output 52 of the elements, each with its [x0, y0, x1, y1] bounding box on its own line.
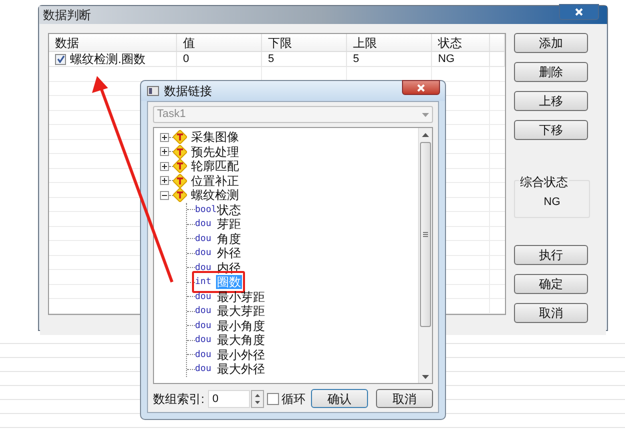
group-label: 综合状态: [519, 173, 569, 191]
type-label: dou: [195, 363, 212, 376]
table-cell-text: 5: [268, 52, 274, 67]
tree-item[interactable]: 芽距: [216, 217, 242, 232]
type-label: dou: [195, 348, 212, 362]
tree-item[interactable]: 最小角度: [216, 318, 266, 333]
tree-item[interactable]: 状态: [216, 202, 242, 217]
tree-item[interactable]: 角度: [216, 232, 242, 246]
column-header: 数据: [49, 34, 177, 51]
tree-item[interactable]: 采集图像: [191, 130, 239, 144]
tree-item[interactable]: 位置补正: [191, 174, 239, 188]
tree-item[interactable]: 最大角度: [216, 333, 266, 348]
type-label: dou: [195, 247, 212, 260]
table-cell-text: 螺纹检测.圈数: [70, 51, 146, 68]
status-value: NG: [544, 195, 560, 210]
type-label: dou: [195, 320, 212, 333]
tree-item[interactable]: 最大外径: [216, 362, 266, 376]
type-label: dou: [195, 290, 212, 304]
side-button[interactable]: 上移: [514, 91, 588, 111]
tree-item[interactable]: 外径: [216, 246, 242, 260]
action-button[interactable]: 执行: [514, 245, 588, 265]
type-label: dou: [195, 232, 212, 246]
type-label: dou: [195, 262, 212, 275]
checkbox-label: 循环: [281, 390, 306, 408]
column-header: 下限: [262, 34, 347, 51]
dialog-button[interactable]: 确认: [311, 389, 368, 408]
column-header: 值: [177, 34, 262, 51]
tree-item[interactable]: 轮廓匹配: [191, 159, 239, 174]
field-label: 数组索引:: [153, 390, 204, 408]
type-label: dou: [195, 305, 212, 318]
column-header: 状态: [432, 34, 490, 51]
side-button[interactable]: 下移: [514, 120, 588, 140]
column-header: 上限: [347, 34, 432, 51]
tree-item[interactable]: 最小芽距: [216, 290, 266, 304]
index-field[interactable]: 0: [208, 390, 250, 408]
action-button[interactable]: 取消: [514, 303, 588, 323]
dialog-title: 数据链接: [164, 83, 212, 100]
tree-item[interactable]: 螺纹检测: [191, 188, 239, 202]
dialog-button[interactable]: 取消: [376, 389, 433, 408]
table-cell-text: 5: [353, 52, 360, 67]
side-button[interactable]: 删除: [514, 62, 588, 82]
type-label: dou: [195, 334, 212, 348]
table-cell-text: NG: [438, 52, 454, 67]
window-title: 数据判断: [43, 7, 91, 24]
side-button[interactable]: 添加: [514, 33, 588, 53]
tree-item[interactable]: 最小外径: [216, 348, 266, 362]
type-label: int: [195, 276, 212, 290]
table-cell-text: 0: [183, 52, 190, 67]
type-label: dou: [195, 218, 212, 232]
tree-item[interactable]: 最大芽距: [216, 304, 266, 318]
tree-item[interactable]: 预先处理: [191, 144, 239, 159]
action-button[interactable]: 确定: [514, 274, 588, 294]
